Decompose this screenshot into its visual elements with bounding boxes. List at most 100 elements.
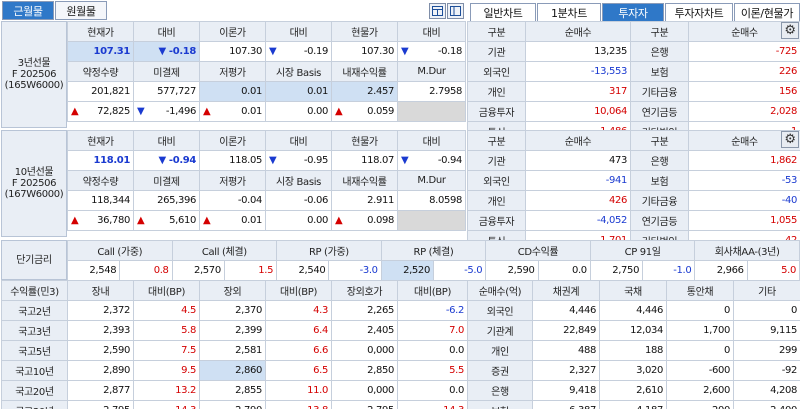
tab-investor[interactable]: 투자자 xyxy=(602,3,664,22)
grid-icon[interactable] xyxy=(429,3,446,19)
futures-3y-change: ▼ -0.18 xyxy=(133,41,200,62)
tab-near-month[interactable]: 근월물 xyxy=(2,1,54,20)
futures-10y-change: ▼ -0.94 xyxy=(133,150,200,171)
yield-otc-quote-change: 0.0 xyxy=(397,380,468,401)
investor-net-buy: -4,052 xyxy=(525,210,631,231)
yield-otc: 2,790 xyxy=(199,400,266,409)
investor-net-buy: 226 xyxy=(688,61,800,82)
header-mdur: M.Dur xyxy=(397,61,466,82)
yield-otc-quote: 2,405 xyxy=(331,320,398,341)
futures-3y-mdur-change xyxy=(397,101,466,122)
futures-10y-undervalue: -0.04 xyxy=(199,190,266,211)
futures-10y-volume: 118,344 xyxy=(67,190,134,211)
up-arrow-icon: ▲ xyxy=(335,106,343,117)
gear-icon[interactable]: ⚙ xyxy=(781,22,799,39)
yield-onexchange: 2,372 xyxy=(67,300,134,321)
yield-otc-quote: 2,265 xyxy=(331,300,398,321)
futures-3y-undervalue-change: 0.01 xyxy=(241,106,262,117)
investor-net-buy: 317 xyxy=(525,81,631,102)
futures-10y-theory-change: -0.95 xyxy=(303,155,328,166)
futures-10y-oi-change: 5,610 xyxy=(169,215,196,226)
yield-otc-quote-change: 0.0 xyxy=(397,340,468,361)
yields-header: 수익률(민3) xyxy=(1,280,68,301)
tab-1min-chart[interactable]: 1분차트 xyxy=(537,3,601,22)
netbuy-value: 4,187 xyxy=(599,400,667,409)
tab-investor-chart[interactable]: 투자자차트 xyxy=(665,3,733,22)
short-rate-change: -1.0 xyxy=(642,260,696,281)
futures-3y-irr-change: 0.059 xyxy=(367,106,394,117)
table-row: 국고20년 2,877 13.2 2,855 11.0 0,000 0.0 xyxy=(1,380,468,401)
netbuy-value: 299 xyxy=(733,340,800,361)
table-row: 개인 426 기타금융 -40 xyxy=(467,190,800,211)
futures-3y-oi-change: -1,496 xyxy=(165,106,196,117)
futures-10y-theory: 118.05 xyxy=(199,150,266,171)
investor-net-buy: 2,028 xyxy=(688,101,800,122)
down-arrow-icon: ▼ xyxy=(269,155,277,166)
investor-net-buy: -725 xyxy=(688,41,800,62)
short-rate-change: 5.0 xyxy=(746,260,800,281)
netbuy-headers: 순매수(억) 채권계 국채 통안채 기타 xyxy=(467,280,800,301)
short-rate-change: 0.8 xyxy=(119,260,173,281)
down-arrow-icon: ▼ xyxy=(401,155,409,166)
table-row: 외국인 4,446 4,446 0 0 xyxy=(467,300,800,321)
yield-otc-quote-change: -6.2 xyxy=(397,300,468,321)
yield-onexchange: 2,590 xyxy=(67,340,134,361)
bond-name: 국고3년 xyxy=(1,320,68,341)
table-row: 기관 13,235 은행 -725 xyxy=(467,41,800,62)
up-arrow-icon: ▲ xyxy=(71,106,79,117)
yields-header: 장외 xyxy=(199,280,266,301)
futures-10y-code: (167W6000) xyxy=(4,189,64,200)
futures-10y-irr-change: 0.098 xyxy=(367,215,394,226)
short-rate-header: RP (체결) xyxy=(380,240,487,261)
tab-theory-spot[interactable]: 이론/현물가 xyxy=(734,3,800,22)
futures-10y-mdur-change xyxy=(397,210,466,231)
investor-category: 은행 xyxy=(630,150,689,171)
futures-3y-name: 3년선물 xyxy=(17,58,51,69)
investor-table-3y: 구분 순매수 구분 순매수 기관 13,235 은행 -725 외국인 -13,553 보험… xyxy=(467,21,800,142)
yields-rows: 국고2년 2,372 4.5 2,370 4.3 2,265 -6.2 국고3년 2,393 5.… xyxy=(1,300,468,409)
table-row: 금융투자 -4,052 연기금등 1,055 xyxy=(467,210,800,231)
investor-type: 은행 xyxy=(467,380,533,401)
short-rate-value: 2,548 xyxy=(66,260,121,281)
netbuy-value: 6,387 xyxy=(532,400,600,409)
futures-3y-label: 3년선물 F 202506 (165W6000) xyxy=(1,21,67,128)
gear-icon[interactable]: ⚙ xyxy=(781,131,799,148)
investor-category: 개인 xyxy=(467,81,526,102)
investor-category: 기타금융 xyxy=(630,190,689,211)
tab-far-month[interactable]: 원월물 xyxy=(55,1,107,20)
netbuy-header: 국채 xyxy=(599,280,667,301)
futures-10y-spot-change: -0.94 xyxy=(437,155,462,166)
yields-header: 대비(BP) xyxy=(397,280,468,301)
header-open-interest: 미결제 xyxy=(133,61,200,82)
futures-3y-volume-change: 72,825 xyxy=(97,106,130,117)
split-icon[interactable] xyxy=(447,3,464,19)
futures-10y-basis: -0.06 xyxy=(265,190,332,211)
tab-general-chart[interactable]: 일반차트 xyxy=(470,3,536,22)
yield-otc-quote: 0,000 xyxy=(331,380,398,401)
header-spot: 현물가 xyxy=(331,130,398,151)
table-row: 국고10년 2,890 9.5 2,860 6.5 2,850 5.5 xyxy=(1,360,468,381)
investor-rows-3y: 기관 13,235 은행 -725 외국인 -13,553 보험 226 개인 317 기타금융 15… xyxy=(467,41,800,142)
short-rate-header: CP 91일 xyxy=(589,240,696,261)
netbuy-value: 12,034 xyxy=(599,320,667,341)
bond-name: 국고5년 xyxy=(1,340,68,361)
investor-category: 기관 xyxy=(467,41,526,62)
investor-category: 금융투자 xyxy=(467,101,526,122)
table-row: 국고5년 2,590 7.5 2,581 6.6 0,000 0.0 xyxy=(1,340,468,361)
table-row: 금융투자 10,064 연기금등 2,028 xyxy=(467,101,800,122)
table-row: 국고3년 2,393 5.8 2,399 6.4 2,405 7.0 xyxy=(1,320,468,341)
header-volume: 약정수량 xyxy=(67,61,134,82)
header-category: 구분 xyxy=(630,130,689,151)
header-price: 현재가 xyxy=(67,130,134,151)
yield-otc-change: 6.6 xyxy=(265,340,332,361)
table-row: 기관계 22,849 12,034 1,700 9,115 xyxy=(467,320,800,341)
netbuy-value: 4,446 xyxy=(599,300,667,321)
header-irr: 내재수익률 xyxy=(331,170,398,191)
investor-net-buy: -40 xyxy=(688,190,800,211)
yield-otc-quote: 2,850 xyxy=(331,360,398,381)
netbuy-header: 통안채 xyxy=(666,280,734,301)
short-rate-value: 2,750 xyxy=(589,260,644,281)
investor-type: 기관계 xyxy=(467,320,533,341)
investor-net-buy: -53 xyxy=(688,170,800,191)
table-row: 국고30년2,79514.32,79013.82,79514.3 xyxy=(1,400,468,409)
